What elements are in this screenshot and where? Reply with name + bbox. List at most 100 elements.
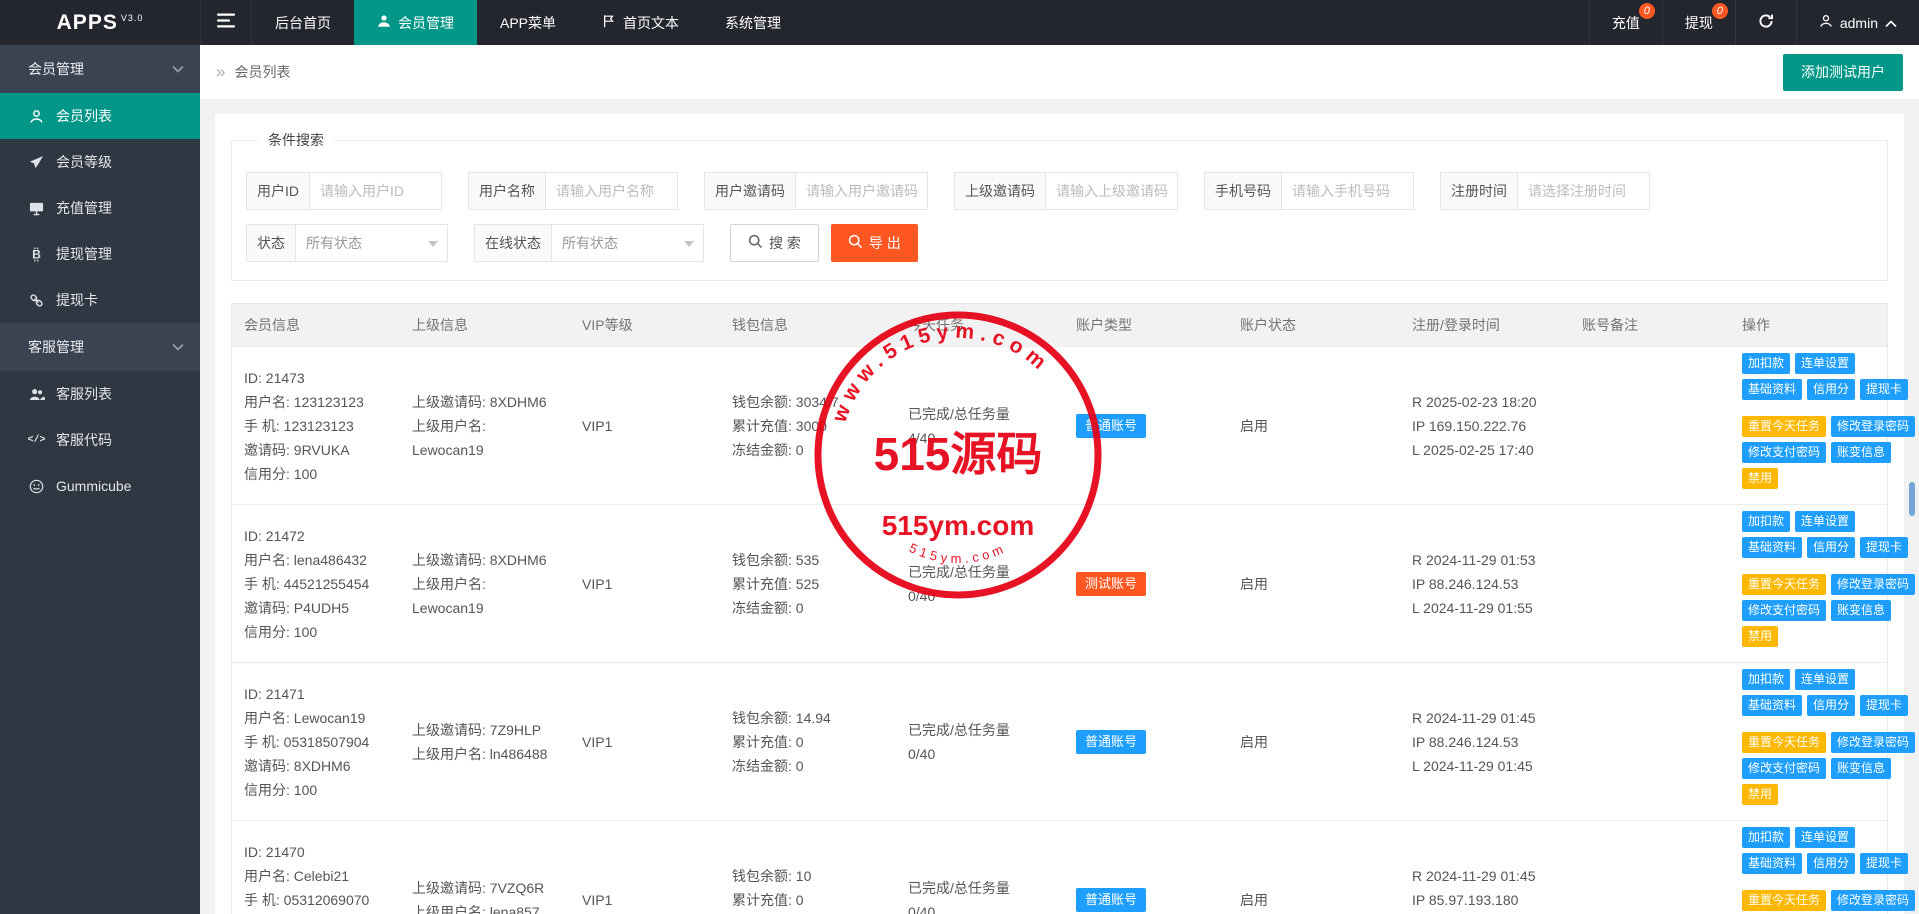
- user-invite-code-input[interactable]: [796, 172, 928, 210]
- action-button[interactable]: 加扣款: [1742, 511, 1791, 532]
- action-button[interactable]: 加扣款: [1742, 669, 1791, 690]
- action-button[interactable]: 加扣款: [1742, 827, 1791, 848]
- face-icon: [28, 479, 45, 494]
- action-button[interactable]: 重置今天任务: [1742, 732, 1827, 753]
- action-button[interactable]: 修改登录密码: [1831, 416, 1916, 437]
- parent-username: 上级用户名: ln486488: [412, 745, 548, 762]
- action-button[interactable]: 基础资料: [1742, 853, 1803, 874]
- sidebar-toggle-button[interactable]: [200, 0, 252, 45]
- member-info-cell: ID: 21471 用户名: Lewocan19 手 机: 0531850790…: [232, 663, 400, 820]
- add-test-user-button[interactable]: 添加测试用户: [1783, 53, 1903, 91]
- account-status: 启用: [1240, 417, 1268, 434]
- sidebar-item-member-level[interactable]: 会员等级: [0, 139, 200, 185]
- search-legend: 条件搜索: [268, 132, 324, 148]
- sidebar-item-label: 提现管理: [56, 246, 112, 262]
- action-button[interactable]: 基础资料: [1742, 695, 1803, 716]
- nav-item-app-menu[interactable]: APP菜单: [477, 0, 579, 45]
- column-header: 今天任务: [908, 317, 964, 333]
- action-button[interactable]: 信用分: [1807, 695, 1856, 716]
- action-button[interactable]: 账变信息: [1831, 600, 1892, 621]
- search-row-2: 状态 所有状态 在线状态 所有状态 搜 索 导 出: [246, 224, 1873, 262]
- sidebar-item-recharge-mgmt[interactable]: 充值管理: [0, 185, 200, 231]
- recharge-button[interactable]: 充值 0: [1588, 0, 1662, 45]
- sidebar-item-support-list[interactable]: 客服列表: [0, 371, 200, 417]
- sidebar-item-support-code[interactable]: </> 客服代码: [0, 417, 200, 463]
- parent-info-cell: 上级邀请码: 7Z9HLP 上级用户名: ln486488: [400, 663, 570, 820]
- action-button[interactable]: 禁用: [1742, 468, 1779, 489]
- sidebar-item-gummicube[interactable]: Gummicube: [0, 463, 200, 509]
- action-button[interactable]: 修改登录密码: [1831, 890, 1916, 911]
- register-time-input[interactable]: [1518, 172, 1650, 210]
- search-icon: [848, 234, 863, 252]
- refresh-button[interactable]: [1734, 0, 1796, 45]
- action-button[interactable]: 重置今天任务: [1742, 574, 1827, 595]
- export-button[interactable]: 导 出: [830, 224, 918, 262]
- search-field-username: 用户名称: [468, 172, 678, 210]
- withdraw-button[interactable]: 提现 0: [1661, 0, 1735, 45]
- action-button[interactable]: 提现卡: [1860, 853, 1909, 874]
- action-button[interactable]: 连单设置: [1795, 827, 1856, 848]
- search-button[interactable]: 搜 索: [730, 224, 819, 262]
- action-button[interactable]: 禁用: [1742, 626, 1779, 647]
- parent-username: 上级用户名: lena857: [412, 903, 540, 914]
- nav-item-dashboard[interactable]: 后台首页: [252, 0, 354, 45]
- action-button[interactable]: 重置今天任务: [1742, 416, 1827, 437]
- member-info-cell: ID: 21472 用户名: lena486432 手 机: 445212554…: [232, 505, 400, 662]
- member-username: 用户名: Lewocan19: [244, 709, 366, 726]
- scrollbar-thumb[interactable]: [1909, 482, 1915, 516]
- action-button[interactable]: 账变信息: [1831, 758, 1892, 779]
- account-type-cell: 普通账号: [1064, 347, 1228, 504]
- action-button[interactable]: 修改支付密码: [1742, 758, 1827, 779]
- online-status-select[interactable]: 所有状态: [552, 224, 704, 262]
- nav-item-member-mgmt[interactable]: 会员管理: [354, 0, 477, 45]
- sidebar-group-member-mgmt[interactable]: 会员管理: [0, 45, 200, 93]
- account-status-cell: 启用: [1228, 347, 1400, 504]
- action-button[interactable]: 重置今天任务: [1742, 890, 1827, 911]
- phone-input[interactable]: [1282, 172, 1414, 210]
- action-button[interactable]: 提现卡: [1860, 379, 1909, 400]
- parent-invite-code-input[interactable]: [1046, 172, 1178, 210]
- action-button[interactable]: 账变信息: [1831, 442, 1892, 463]
- action-button[interactable]: 禁用: [1742, 784, 1779, 805]
- member-phone: 手 机: 123123123: [244, 417, 354, 434]
- action-button[interactable]: 信用分: [1807, 537, 1856, 558]
- nav-item-system[interactable]: 系统管理: [702, 0, 804, 45]
- action-button[interactable]: 连单设置: [1795, 511, 1856, 532]
- sidebar-group-support-mgmt[interactable]: 客服管理: [0, 323, 200, 371]
- sidebar: 会员管理 会员列表 会员等级 充值管理 B 提现管理 提现卡 客服管理 客服列表…: [0, 45, 200, 914]
- action-button[interactable]: 修改支付密码: [1742, 600, 1827, 621]
- action-button[interactable]: 基础资料: [1742, 537, 1803, 558]
- action-button[interactable]: 信用分: [1807, 379, 1856, 400]
- action-button[interactable]: 基础资料: [1742, 379, 1803, 400]
- action-button[interactable]: 修改登录密码: [1831, 732, 1916, 753]
- user-id-input[interactable]: [310, 172, 442, 210]
- action-button[interactable]: 修改登录密码: [1831, 574, 1916, 595]
- table-header: 会员信息 上级信息 VIP等级 钱包信息 今天任务 账户类型 账户状态 注册/登…: [232, 304, 1887, 346]
- search-field-phone: 手机号码: [1204, 172, 1414, 210]
- task-label: 已完成/总任务量: [908, 721, 1010, 738]
- nav-item-home-text[interactable]: 首页文本: [579, 0, 702, 45]
- member-credit-score: 信用分: 100: [244, 781, 318, 798]
- group-label: 会员管理: [28, 61, 84, 77]
- member-info-cell: ID: 21473 用户名: 123123123 手 机: 123123123 …: [232, 347, 400, 504]
- username-input[interactable]: [546, 172, 678, 210]
- column-header: 账号备注: [1582, 317, 1638, 333]
- sidebar-item-withdraw-mgmt[interactable]: B 提现管理: [0, 231, 200, 277]
- sidebar-item-member-list[interactable]: 会员列表: [0, 93, 200, 139]
- action-button[interactable]: 提现卡: [1860, 695, 1909, 716]
- action-button[interactable]: 连单设置: [1795, 669, 1856, 690]
- action-button[interactable]: 连单设置: [1795, 353, 1856, 374]
- page-title: 会员列表: [234, 64, 291, 80]
- action-button[interactable]: 加扣款: [1742, 353, 1791, 374]
- admin-menu[interactable]: admin: [1795, 0, 1919, 45]
- wallet-info-cell: 钱包余额: 14.94 累计充值: 0 冻结金额: 0: [720, 663, 896, 820]
- status-select[interactable]: 所有状态: [296, 224, 448, 262]
- action-button[interactable]: 提现卡: [1860, 537, 1909, 558]
- parent-invite-code: 上级邀请码: 8XDHM6: [412, 393, 547, 410]
- wallet-total-recharge: 累计充值: 525: [732, 575, 820, 592]
- action-button[interactable]: 修改支付密码: [1742, 442, 1827, 463]
- select-value: 所有状态: [306, 235, 362, 251]
- action-button[interactable]: 信用分: [1807, 853, 1856, 874]
- account-status-cell: 启用: [1228, 505, 1400, 662]
- sidebar-item-withdraw-card[interactable]: 提现卡: [0, 277, 200, 323]
